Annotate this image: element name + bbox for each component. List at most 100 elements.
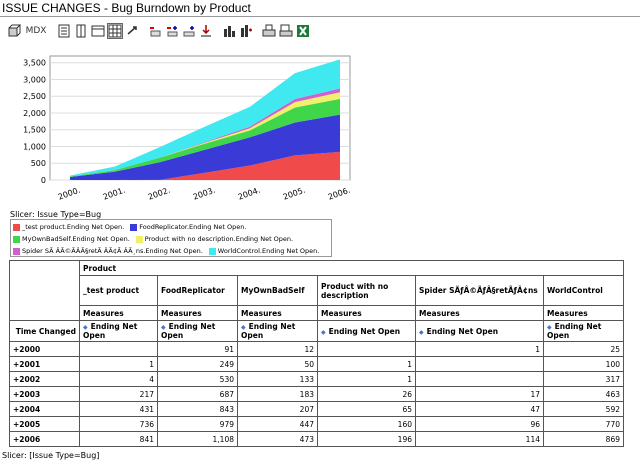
diamond-icon: ◆ [161,324,166,331]
table-row: +2001 1 249 50 1 100 [9,356,624,372]
diamond-icon: ◆ [547,324,552,331]
row-header[interactable]: +2004 [9,401,80,417]
table-cell: 100 [543,356,624,372]
column-header[interactable]: _test product [79,275,158,306]
row-header[interactable]: +2003 [9,386,80,402]
legend-swatch [135,235,143,243]
x-tick-label: 2001. [102,186,127,202]
corner-cell [9,260,80,321]
table-cell: 317 [543,371,624,387]
table-cell: 114 [415,431,544,447]
table-cell: 1,108 [157,431,238,447]
x-tick-label: 2000. [57,186,82,202]
legend-item: WorldControl.Ending Net Open. [208,247,319,255]
legend-swatch [13,235,20,243]
y-tick-label: 500 [31,159,46,168]
print-setup-icon[interactable] [278,23,294,39]
table-cell: 133 [237,371,318,387]
slicer-label-top: Slicer: Issue Type=Bug [10,210,102,219]
drill-icon[interactable] [147,23,163,39]
table-cell: 869 [543,431,624,447]
chart-config-icon[interactable] [238,23,254,39]
table-cell: 249 [157,356,238,372]
measure-cell[interactable]: ◆ Ending Net Open [543,320,624,342]
legend-swatch [13,223,20,231]
legend-item: _test product.Ending Net Open. [13,223,124,231]
table-row: +2000 91 12 1 25 [9,341,624,357]
time-changed-header: Time Changed [9,320,80,342]
y-tick-label: 3,000 [23,75,46,84]
measure-cell[interactable]: ◆ Ending Net Open [157,320,238,342]
columns-icon[interactable] [73,23,89,39]
table-row: +2005 736 979 447 160 96 770 [9,416,624,432]
x-tick-label: 2006. [327,186,352,202]
x-tick-label: 2004. [237,186,262,202]
row-header[interactable]: +2002 [9,371,80,387]
mdx-icon[interactable]: MDX [23,23,49,39]
measures-header: Measures [157,305,238,321]
column-header[interactable]: Spider SÃƒÂ©ÃƒÂ§retÃƒÂ¢ns [415,275,544,306]
legend-swatch [130,223,138,231]
row-header[interactable]: +2000 [9,341,80,357]
bug-burndown-chart: 0 500 1,000 1,500 2,000 2,500 3,000 3,500 2000. 2… [23,55,352,202]
table-cell: 17 [415,386,544,402]
cube-icon[interactable] [6,23,22,39]
x-tick-label: 2003. [192,186,217,202]
row-header[interactable]: +2005 [9,416,80,432]
print-icon[interactable] [261,23,277,39]
table-row: +2002 4 530 133 1 317 [9,371,624,387]
table-cell: 592 [543,401,624,417]
table-cell: 770 [543,416,624,432]
table-cell: 431 [79,401,158,417]
table-cell: 47 [415,401,544,417]
measure-cell[interactable]: ◆ Ending Net Open [415,320,544,342]
table-cell: 687 [157,386,238,402]
table-cell [415,356,544,372]
legend-item: Product with no description.Ending Net O… [135,235,293,243]
table-icon[interactable] [90,23,106,39]
window-title: ISSUE CHANGES - Bug Burndown by Product [2,1,251,15]
chart-legend: _test product.Ending Net Open. FoodRepli… [10,219,332,257]
table-cell: 843 [157,401,238,417]
rows-icon[interactable] [56,23,72,39]
table-cell [317,341,416,357]
table-cell [79,341,158,357]
collapse-icon[interactable] [181,23,197,39]
y-tick-label: 2,500 [23,92,46,101]
column-header[interactable]: MyOwnBadSelf [237,275,318,306]
table-row: +2006 841 1,108 473 196 114 869 [9,431,624,447]
column-header[interactable]: Product with no description [317,275,416,306]
grid-icon[interactable] [107,23,123,39]
x-tick-label: 2002. [147,186,172,202]
table-cell: 207 [237,401,318,417]
diamond-icon: ◆ [419,328,424,336]
filter-icon[interactable] [198,23,214,39]
table-cell: 1 [317,371,416,387]
table-cell: 183 [237,386,318,402]
legend-item: Spider SÃ ÂÃ©ÃÂÃ§retÃ ÂÃ¢Ã ÂÃ¸ns.Ending … [13,247,203,255]
expand-icon[interactable] [164,23,180,39]
toolbar: MDX [6,22,312,40]
measure-cell[interactable]: ◆ Ending Net Open [237,320,318,342]
measures-header: Measures [317,305,416,321]
chart-icon[interactable] [221,23,237,39]
export-excel-icon[interactable] [295,23,311,39]
table-cell: 50 [237,356,318,372]
measure-cell[interactable]: ◆ Ending Net Open [317,320,416,342]
row-header[interactable]: +2006 [9,431,80,447]
table-cell: 160 [317,416,416,432]
legend-item: FoodReplicator.Ending Net Open. [130,223,246,231]
legend-item: MyOwnBadSelf.Ending Net Open. [13,235,130,243]
column-header[interactable]: WorldControl [543,275,624,306]
table-cell: 1 [415,341,544,357]
column-header[interactable]: FoodReplicator [157,275,238,306]
measure-cell[interactable]: ◆ Ending Net Open [79,320,158,342]
y-tick-label: 0 [41,176,46,185]
y-tick-label: 3,500 [23,59,46,68]
swap-icon[interactable] [124,23,140,39]
table-cell: 196 [317,431,416,447]
product-header[interactable]: Product [79,260,624,276]
row-header[interactable]: +2001 [9,356,80,372]
measures-header: Measures [543,305,624,321]
y-tick-label: 1,000 [23,142,46,151]
